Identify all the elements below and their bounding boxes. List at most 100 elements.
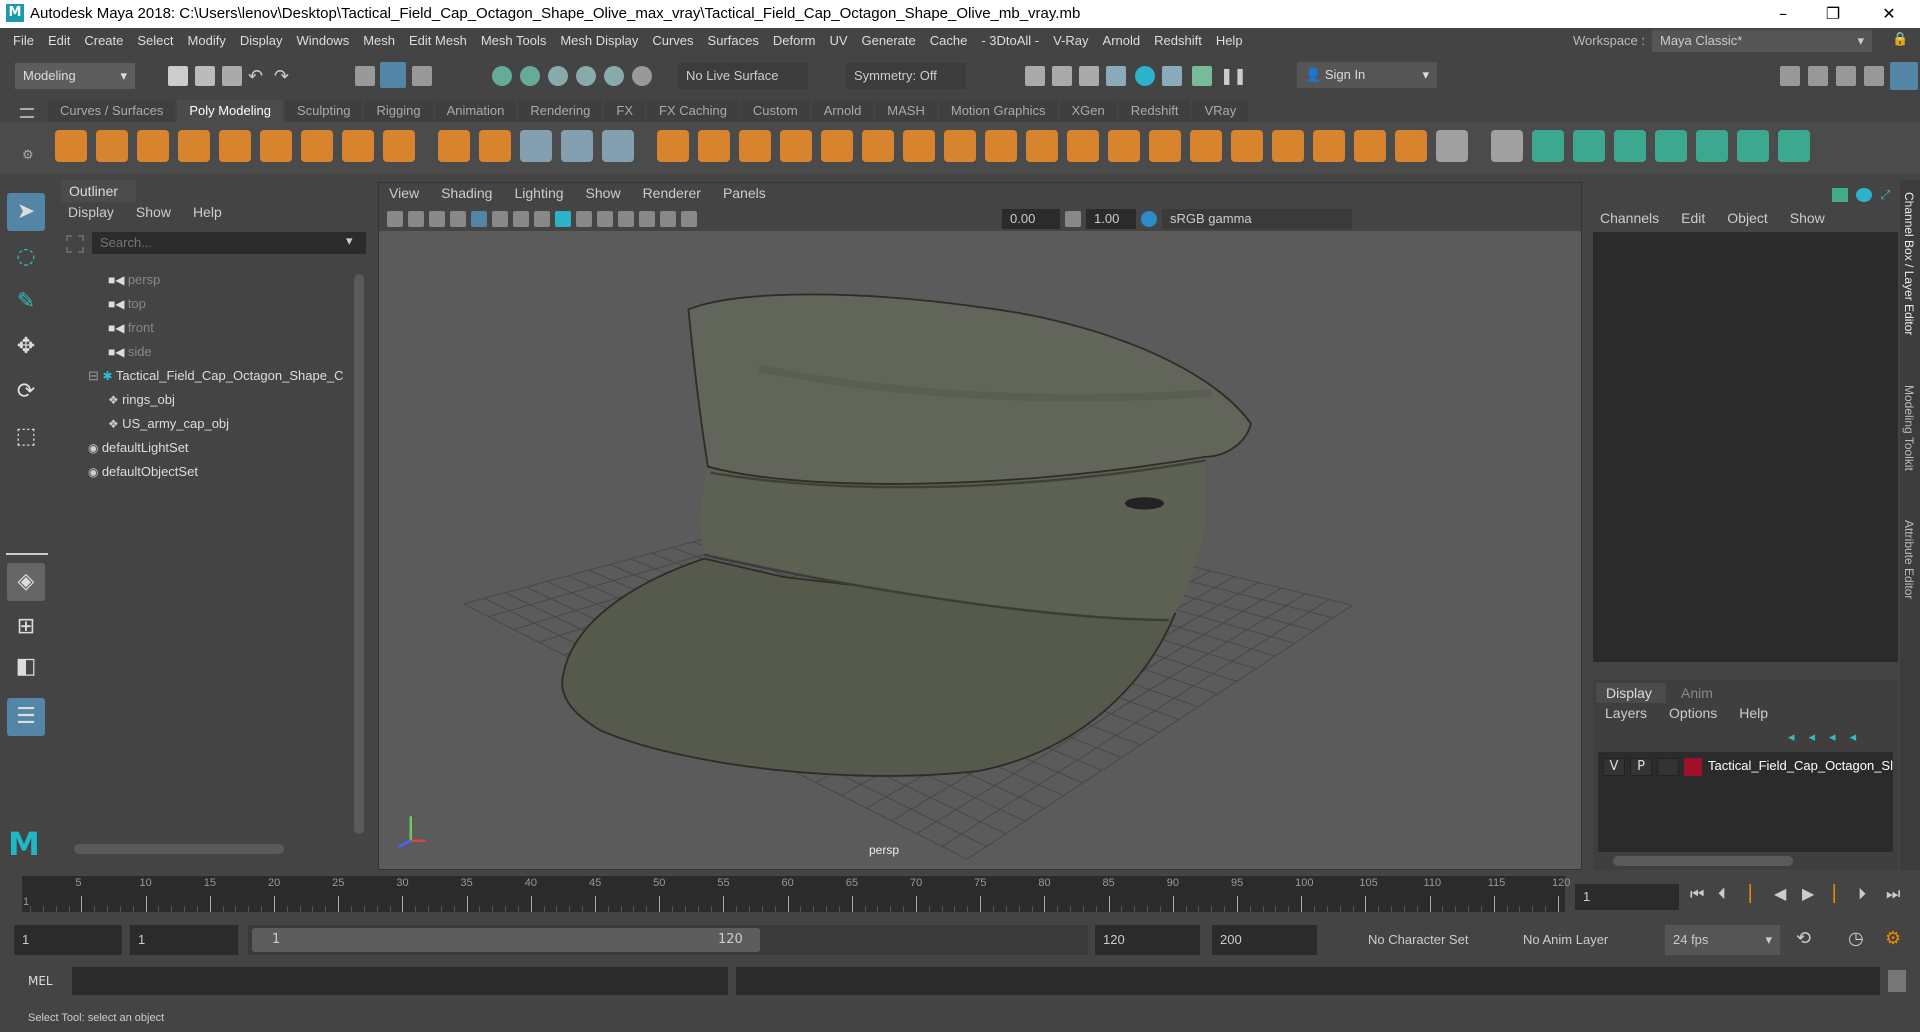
- channel-box-icon[interactable]: [1890, 62, 1918, 90]
- plane-icon[interactable]: [260, 130, 292, 162]
- superellipse-icon[interactable]: [383, 130, 415, 162]
- snap-live-icon[interactable]: [632, 66, 652, 86]
- layer-visibility-toggle[interactable]: V: [1603, 758, 1625, 776]
- menu-help[interactable]: Help: [193, 204, 222, 220]
- auto-uv-icon[interactable]: [1696, 130, 1728, 162]
- combine-icon[interactable]: [657, 130, 689, 162]
- snap-view-icon[interactable]: [576, 66, 596, 86]
- select-tool-icon[interactable]: ➤: [7, 193, 45, 231]
- menu-surfaces[interactable]: Surfaces: [708, 33, 759, 48]
- collapse-icon[interactable]: ⊟: [88, 368, 103, 383]
- tab-mash[interactable]: MASH: [875, 100, 937, 122]
- rotate-tool-icon[interactable]: ⟳: [7, 373, 45, 411]
- menu-file[interactable]: File: [13, 33, 34, 48]
- outliner-item[interactable]: ◉ defaultLightSet: [88, 436, 189, 460]
- attribute-editor-icon[interactable]: [1836, 66, 1856, 86]
- menu-channels[interactable]: Channels: [1600, 210, 1659, 226]
- menu-select[interactable]: Select: [137, 33, 173, 48]
- uv-layout-icon[interactable]: [1532, 130, 1564, 162]
- spherical-icon[interactable]: [1655, 130, 1687, 162]
- new-scene-icon[interactable]: [168, 66, 188, 86]
- menu-generate[interactable]: Generate: [862, 33, 916, 48]
- gamma-field[interactable]: 1.00: [1086, 209, 1136, 229]
- tab-xgen[interactable]: XGen: [1059, 100, 1117, 122]
- menu-edit[interactable]: Edit: [48, 33, 70, 48]
- range-slider-track[interactable]: 1 120: [248, 925, 1088, 955]
- scene-end-field[interactable]: 200: [1212, 925, 1317, 955]
- go-to-end-icon[interactable]: ⏭: [1886, 884, 1900, 904]
- menu-show[interactable]: Show: [136, 204, 171, 220]
- tab-custom[interactable]: Custom: [740, 100, 810, 122]
- tab-rendering[interactable]: Rendering: [518, 100, 603, 122]
- anim-prefs-icon[interactable]: ⚙: [1885, 928, 1901, 949]
- color-space-select[interactable]: sRGB gamma: [1162, 209, 1352, 229]
- mel-label[interactable]: MEL: [28, 974, 53, 988]
- sculpt-icon[interactable]: [520, 130, 552, 162]
- shadows-icon[interactable]: [618, 211, 634, 227]
- scene-start-field[interactable]: 1: [14, 925, 122, 955]
- tab-motion-graphics[interactable]: Motion Graphics: [938, 100, 1058, 122]
- boolean-icon[interactable]: [821, 130, 853, 162]
- play-forward-icon[interactable]: ▶: [1802, 884, 1814, 903]
- mirror-icon[interactable]: [862, 130, 894, 162]
- outliner-horizontal-scrollbar[interactable]: [74, 844, 284, 854]
- layer-name[interactable]: Tactical_Field_Cap_Octagon_Sl: [1708, 758, 1893, 773]
- snap-curve-icon[interactable]: [520, 66, 540, 86]
- select-component-icon[interactable]: [412, 66, 432, 86]
- menu-show[interactable]: Show: [586, 185, 621, 201]
- script-editor-icon[interactable]: [1888, 970, 1906, 992]
- exposure-icon[interactable]: [681, 211, 697, 227]
- pause-icon[interactable]: ❚❚: [1220, 66, 1247, 86]
- lights-icon[interactable]: [597, 211, 613, 227]
- sign-in-button[interactable]: 👤 Sign In ▾: [1297, 62, 1437, 88]
- menu-view[interactable]: View: [389, 185, 419, 201]
- hypershade-icon[interactable]: [1135, 66, 1155, 86]
- tab-fx[interactable]: FX: [604, 100, 645, 122]
- layer-color-swatch[interactable]: [1684, 758, 1702, 776]
- tool-settings-icon[interactable]: [1864, 66, 1884, 86]
- fps-select[interactable]: 24 fps ▾: [1665, 925, 1780, 955]
- snap-grid-icon[interactable]: [492, 66, 512, 86]
- menu-show[interactable]: Show: [1790, 210, 1825, 226]
- tab-curves-surfaces[interactable]: Curves / Surfaces: [48, 100, 176, 122]
- go-to-start-icon[interactable]: ⏮: [1690, 884, 1704, 904]
- outliner-item[interactable]: ❖ US_army_cap_obj: [108, 412, 229, 436]
- menu-arnold[interactable]: Arnold: [1103, 33, 1141, 48]
- shelf-settings-icon[interactable]: ⚙: [22, 148, 34, 163]
- playback-start-field[interactable]: 1: [130, 925, 238, 955]
- sphere-icon[interactable]: [55, 130, 87, 162]
- edge-loop-icon[interactable]: [1313, 130, 1345, 162]
- tab-modeling-toolkit[interactable]: Modeling Toolkit: [1902, 385, 1916, 471]
- single-perspective-layout-icon[interactable]: ◈: [7, 563, 45, 601]
- step-back-icon[interactable]: ⏴: [1718, 884, 1726, 904]
- auto-key-icon[interactable]: ◷: [1848, 928, 1864, 949]
- gamma-icon[interactable]: [1065, 211, 1081, 227]
- outliner-item[interactable]: ❖ rings_obj: [108, 388, 175, 412]
- current-frame-field[interactable]: 1: [1575, 884, 1679, 910]
- filter-icon[interactable]: [66, 235, 84, 253]
- smooth-shade-icon[interactable]: [555, 211, 571, 227]
- tab-rigging[interactable]: Rigging: [364, 100, 433, 122]
- outliner-item[interactable]: ⊟ ✱ Tactical_Field_Cap_Octagon_Shape_C: [88, 364, 344, 388]
- step-forward-key-icon[interactable]: ⎮: [1830, 884, 1838, 903]
- viewport-3d[interactable]: persp: [379, 231, 1581, 869]
- cylindrical-icon[interactable]: [1614, 130, 1646, 162]
- manipulator-icon[interactable]: [1832, 188, 1848, 202]
- snowflake-icon[interactable]: [602, 130, 634, 162]
- menu-shading[interactable]: Shading: [441, 185, 492, 201]
- render-view-icon[interactable]: [1025, 66, 1045, 86]
- close-button[interactable]: ✕: [1866, 2, 1912, 26]
- menu-display[interactable]: Display: [240, 33, 283, 48]
- fill-hole-icon[interactable]: [1067, 130, 1099, 162]
- disc-icon[interactable]: [301, 130, 333, 162]
- step-back-key-icon[interactable]: ⎮: [1746, 884, 1754, 903]
- layer-move-icons[interactable]: ◂◂◂◂: [1788, 730, 1870, 745]
- collapse-icon[interactable]: [1231, 130, 1263, 162]
- menu-mesh[interactable]: Mesh: [363, 33, 395, 48]
- unfold-icon[interactable]: [1737, 130, 1769, 162]
- range-slider-handle[interactable]: 1 120: [252, 928, 760, 952]
- lasso-tool-icon[interactable]: ◌: [7, 238, 45, 276]
- anim-layer-select[interactable]: No Anim Layer: [1515, 925, 1635, 955]
- speed-icon[interactable]: [1856, 188, 1872, 202]
- multicut-icon[interactable]: [1108, 130, 1140, 162]
